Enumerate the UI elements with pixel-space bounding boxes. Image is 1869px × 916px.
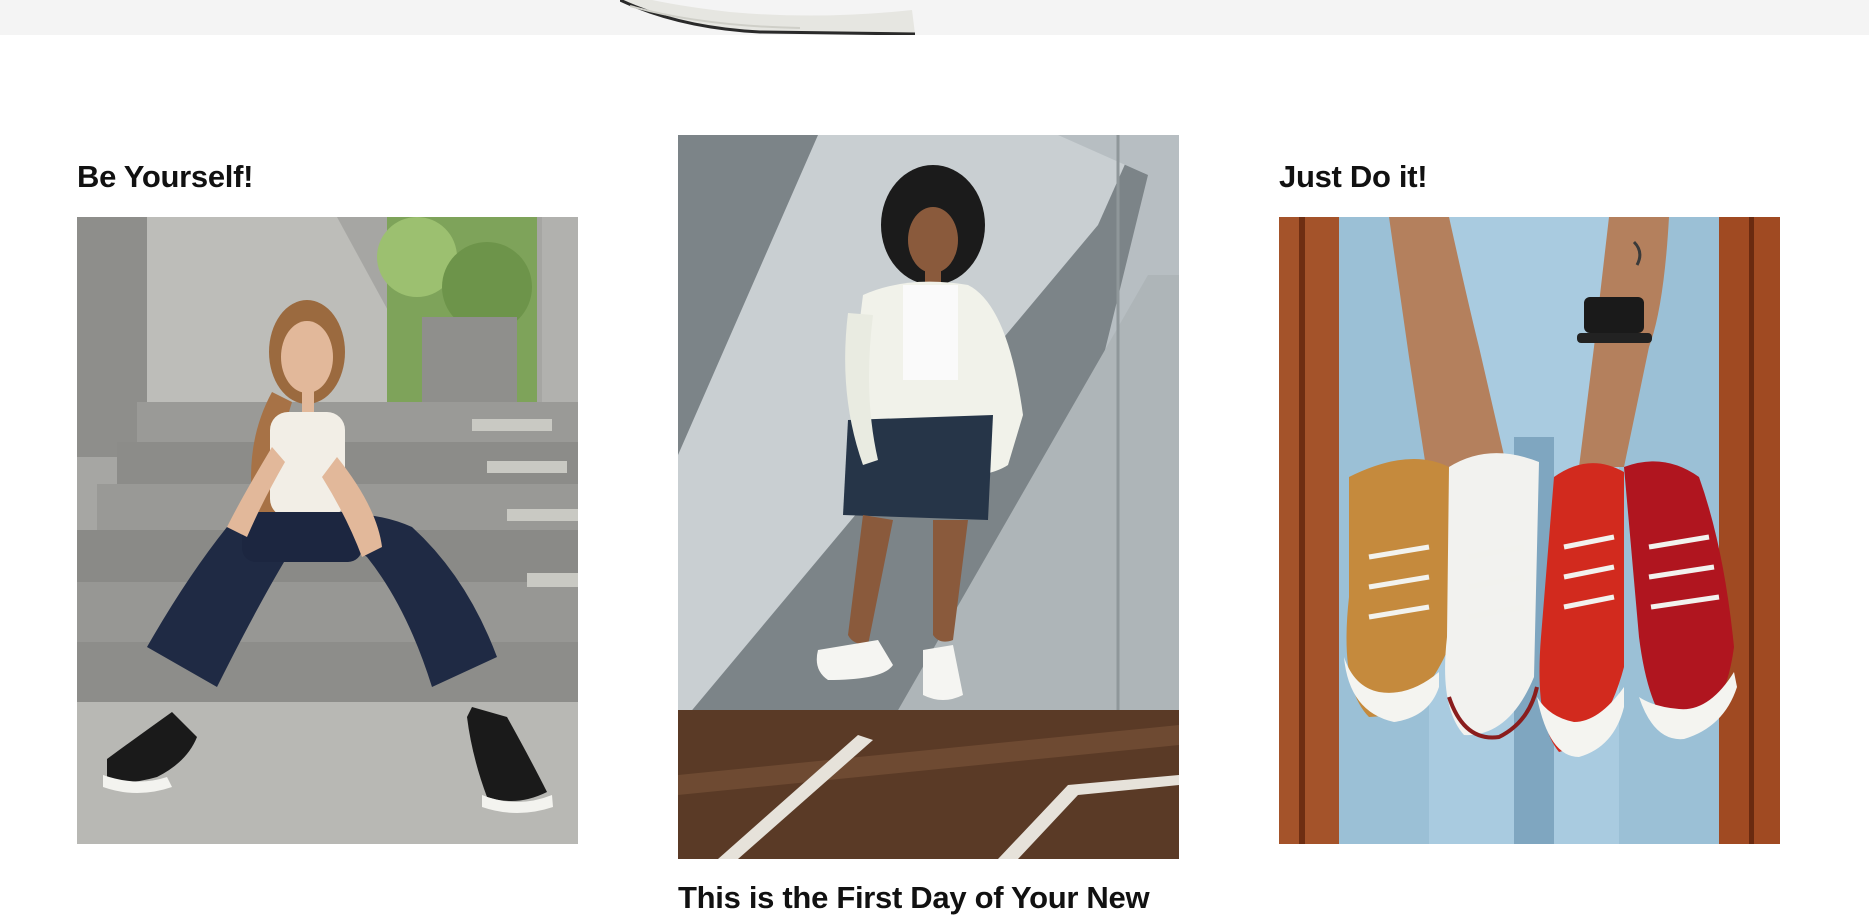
top-banner xyxy=(0,0,1869,35)
card-title: Be Yourself! xyxy=(77,159,254,194)
person-standing-by-wall-photo xyxy=(678,135,1179,859)
card-photo-link[interactable] xyxy=(77,217,578,844)
sneaker-sole-image xyxy=(620,0,920,35)
card-photo-link[interactable] xyxy=(1279,217,1780,844)
card-photo-link[interactable] xyxy=(678,135,1179,859)
person-sitting-on-steps-photo xyxy=(77,217,578,844)
card-title: This is the First Day of Your New xyxy=(678,880,1150,915)
hands-holding-sneakers-photo xyxy=(1279,217,1780,844)
card-title: Just Do it! xyxy=(1279,159,1428,194)
